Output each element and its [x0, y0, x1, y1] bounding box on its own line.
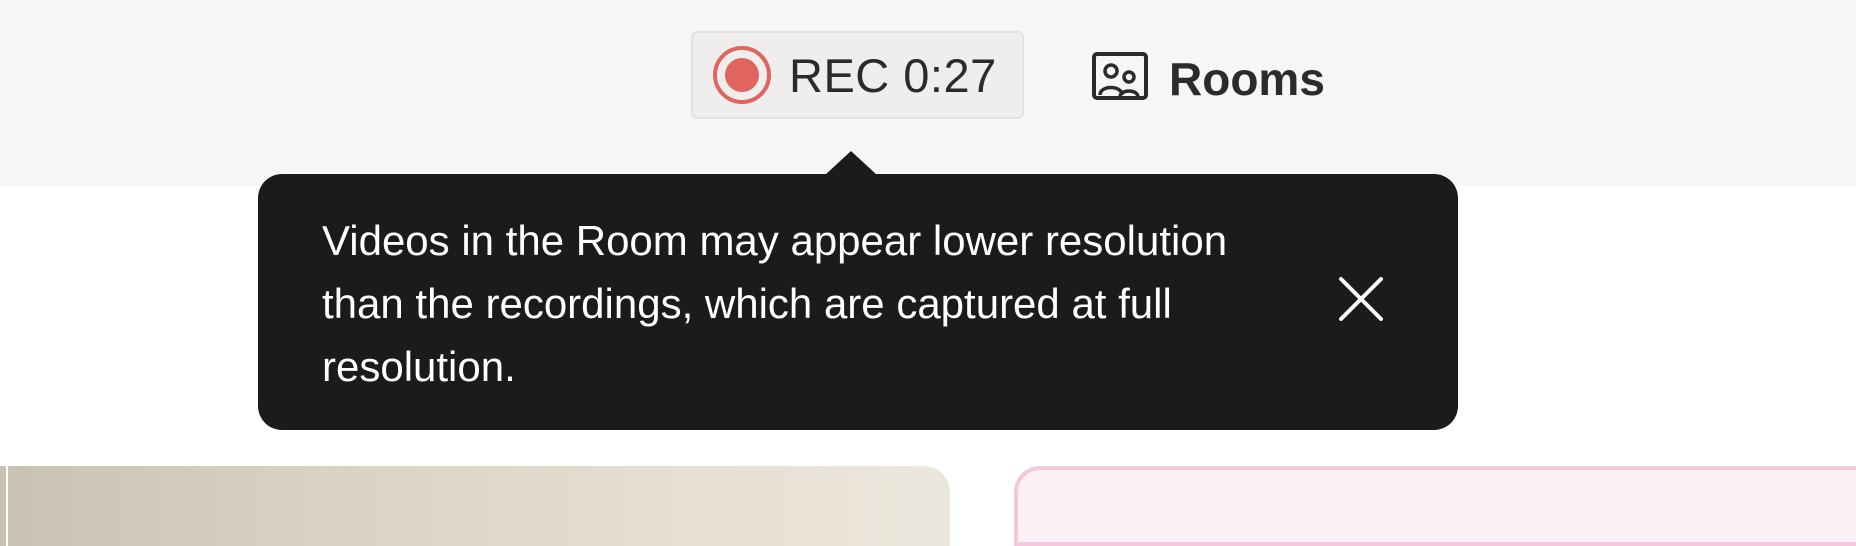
tile-divider — [6, 466, 8, 546]
record-icon — [711, 44, 773, 106]
recording-timer: REC 0:27 — [789, 48, 997, 102]
close-icon — [1337, 275, 1385, 328]
resolution-tooltip: Videos in the Room may appear lower reso… — [258, 174, 1458, 430]
rooms-button[interactable]: Rooms — [1091, 46, 1325, 112]
participant-tile-highlighted[interactable] — [1014, 466, 1856, 546]
participant-video-tile[interactable] — [0, 466, 950, 546]
close-tooltip-button[interactable] — [1333, 273, 1389, 329]
rooms-label: Rooms — [1169, 53, 1325, 105]
rooms-icon — [1091, 51, 1149, 107]
tooltip-message: Videos in the Room may appear lower reso… — [322, 217, 1228, 390]
tooltip-arrow — [825, 151, 877, 175]
top-bar: REC 0:27 Rooms — [0, 0, 1856, 186]
recording-indicator[interactable]: REC 0:27 — [691, 31, 1024, 119]
